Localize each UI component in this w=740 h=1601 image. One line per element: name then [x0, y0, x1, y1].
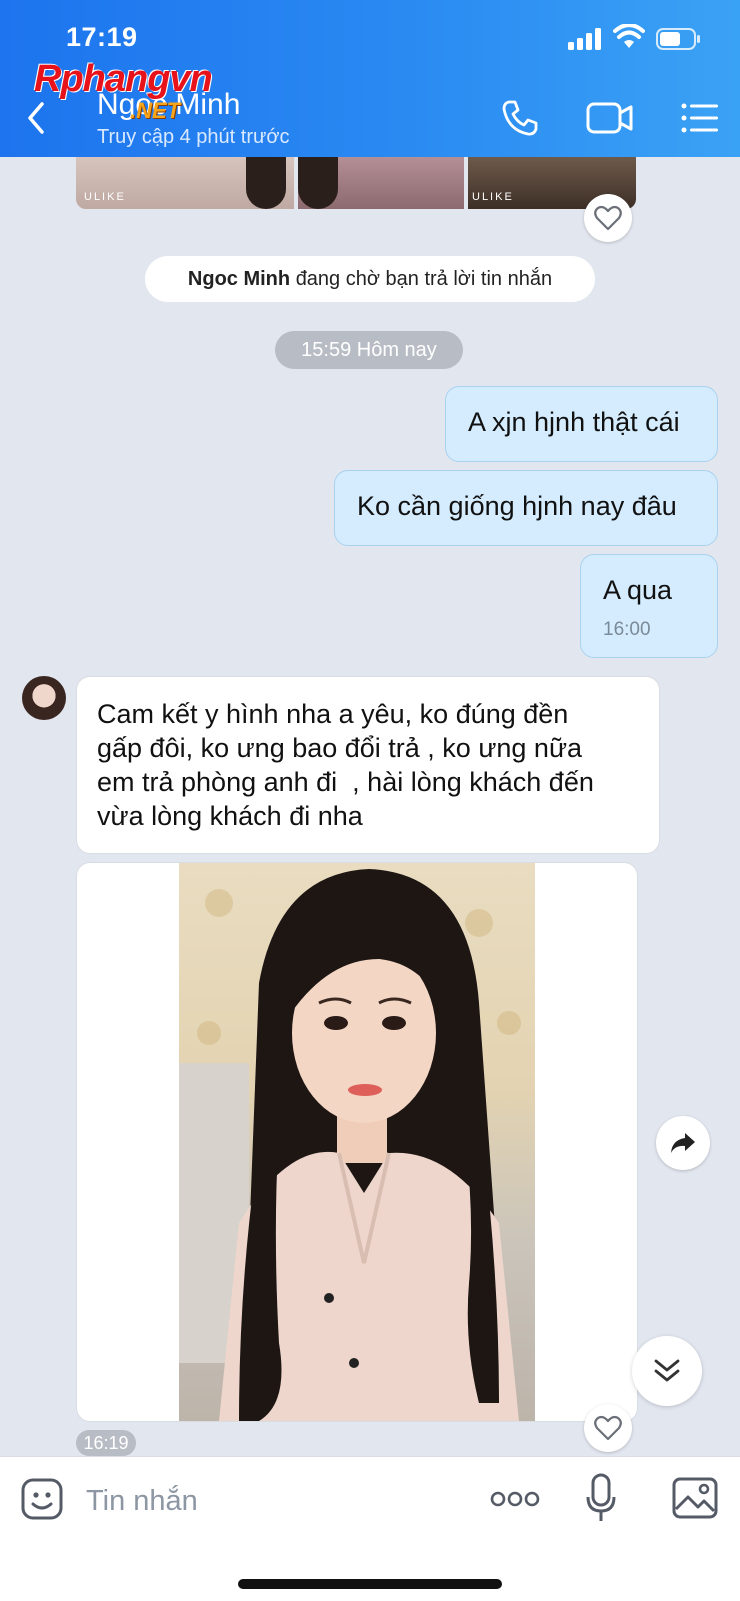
status-bar-time: 17:19	[66, 22, 138, 52]
portrait-illustration	[179, 869, 521, 1421]
contact-last-seen: Truy cập 4 phút trước	[97, 126, 290, 148]
back-button[interactable]	[22, 100, 52, 136]
message-text: A xjn hjnh thật cái	[468, 407, 680, 437]
message-text: A qua	[603, 575, 673, 605]
microphone-icon	[586, 1473, 616, 1521]
heart-icon	[594, 1415, 622, 1441]
watermark-suffix: .NET	[130, 98, 181, 123]
message-line: gấp đôi, ko ưng bao đổi trả , ko ưng nữa	[97, 733, 583, 763]
scroll-to-bottom-button[interactable]	[632, 1336, 702, 1406]
more-dots-icon	[490, 1491, 540, 1507]
photo-brand-tag: ULIKE	[84, 191, 126, 203]
battery-icon	[656, 28, 700, 50]
message-input[interactable]	[84, 1477, 468, 1525]
outgoing-message[interactable]: A qua 16:00	[580, 554, 718, 658]
notice-text: đang chờ bạn trả lời tin nhắn	[295, 267, 553, 290]
share-arrow-icon	[671, 1133, 695, 1153]
incoming-message[interactable]: Cam kết y hình nha a yêu, ko đúng đền gấ…	[76, 676, 660, 854]
message-line: Cam kết y hình nha a yêu, ko đúng đền	[97, 699, 569, 729]
watermark-logo: Rphangvn	[34, 58, 213, 101]
chat-header: 17:19 Ngoc Minh Truy cập 4 phút trước Rp…	[0, 0, 740, 157]
message-timestamp: 16:19	[76, 1430, 136, 1456]
wifi-icon	[613, 24, 645, 48]
react-heart-button[interactable]	[584, 1404, 632, 1452]
photo-brand-tag: ULIKE	[472, 191, 514, 203]
message-line: em trả phòng anh đi , hài lòng khách đến	[97, 767, 594, 797]
outgoing-message[interactable]: A xjn hjnh thật cái	[445, 386, 718, 462]
back-arrow-icon	[28, 102, 44, 134]
phone-icon	[502, 100, 538, 136]
voice-call-button[interactable]	[500, 98, 540, 138]
contact-avatar[interactable]	[22, 676, 66, 720]
sticker-icon	[21, 1478, 63, 1520]
forward-button[interactable]	[656, 1116, 710, 1170]
more-options-button[interactable]	[490, 1487, 540, 1511]
typing-notice: Ngoc Minh đang chờ bạn trả lời tin nhắn	[145, 256, 595, 302]
video-camera-icon	[586, 102, 633, 134]
react-heart-button[interactable]	[584, 194, 632, 242]
sticker-button[interactable]	[20, 1477, 64, 1521]
message-text: Ko cần giống hjnh nay đâu	[357, 491, 677, 521]
gallery-icon	[672, 1477, 718, 1519]
cellular-signal-icon	[568, 28, 601, 50]
outgoing-message[interactable]: Ko cần giống hjnh nay đâu	[334, 470, 718, 546]
voice-message-button[interactable]	[586, 1473, 616, 1523]
photo-detail	[246, 157, 286, 209]
shared-photo[interactable]	[179, 863, 535, 1421]
heart-icon	[594, 205, 622, 231]
home-indicator	[238, 1579, 502, 1589]
photo-detail	[298, 157, 338, 209]
photo-message[interactable]	[76, 862, 638, 1422]
image-album-message[interactable]: ULIKE ULIKE	[76, 157, 636, 209]
video-call-button[interactable]	[586, 100, 634, 136]
message-composer	[0, 1456, 740, 1601]
watermark-text: Rphangvn	[34, 58, 213, 100]
chat-menu-button[interactable]	[680, 100, 720, 136]
notice-contact-name: Ngoc Minh	[187, 267, 291, 290]
menu-list-icon	[681, 103, 718, 133]
date-separator: 15:59 Hôm nay	[275, 331, 463, 369]
message-timestamp: 16:00	[603, 619, 651, 640]
album-photo[interactable]: ULIKE	[76, 157, 294, 209]
message-line: vừa lòng khách đi nha	[97, 801, 363, 831]
gallery-button[interactable]	[672, 1477, 718, 1519]
double-chevron-down-icon	[654, 1359, 680, 1382]
album-photo[interactable]	[298, 157, 464, 209]
